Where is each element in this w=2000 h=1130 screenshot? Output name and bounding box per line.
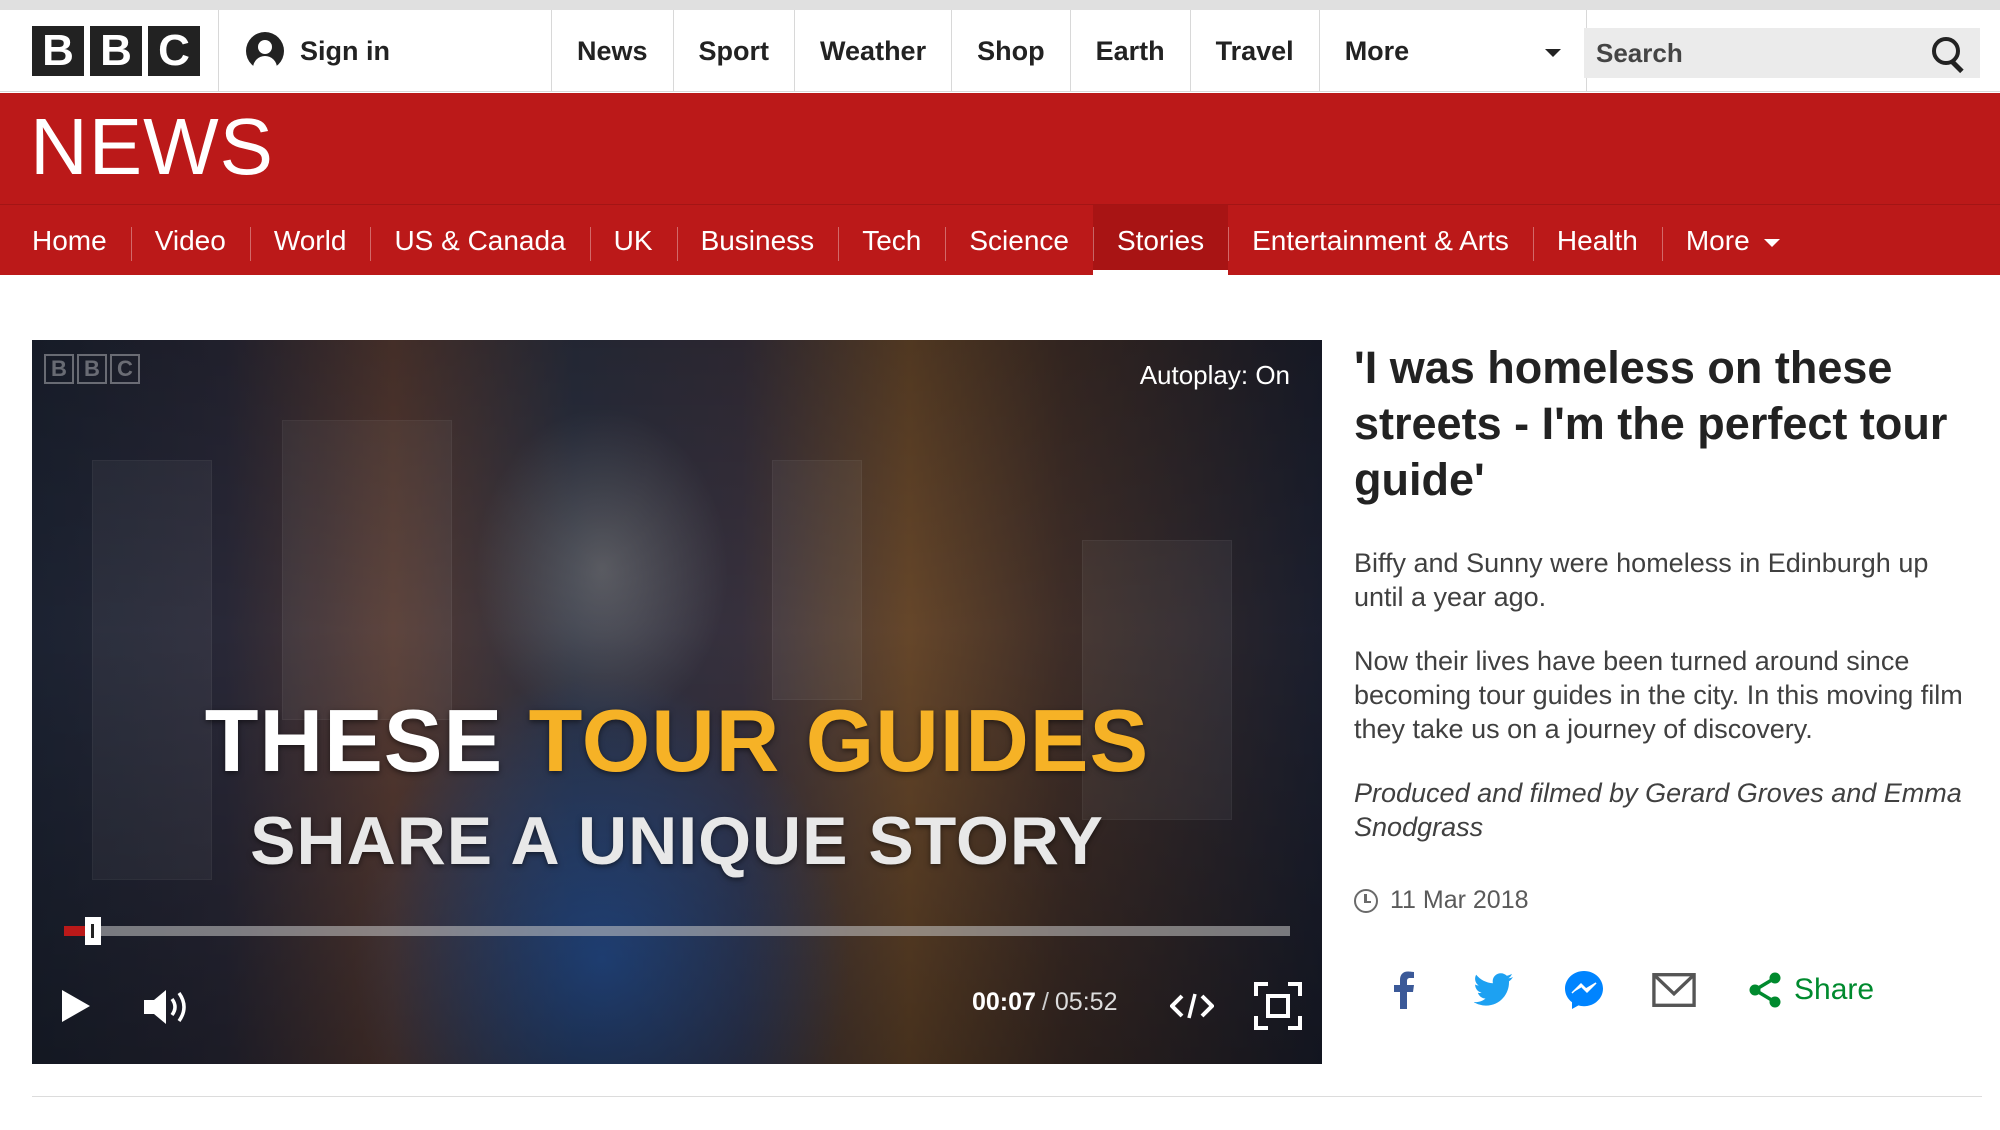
- video-player[interactable]: B B C Autoplay: On THESE TOUR GUIDES SHA…: [32, 340, 1322, 1064]
- news-tab-stories[interactable]: Stories: [1092, 205, 1229, 276]
- autoplay-toggle[interactable]: Autoplay: On: [1140, 360, 1290, 391]
- facebook-icon[interactable]: [1382, 968, 1426, 1012]
- news-tab-video[interactable]: Video: [130, 205, 250, 276]
- caption-highlight: TOUR GUIDES: [528, 691, 1150, 790]
- news-tab-world[interactable]: World: [249, 205, 371, 276]
- play-icon[interactable]: [62, 990, 90, 1022]
- masthead-nav-news[interactable]: News: [551, 10, 673, 92]
- fullscreen-icon[interactable]: [1254, 982, 1302, 1030]
- story-paragraph: Biffy and Sunny were homeless in Edinbur…: [1354, 548, 1929, 612]
- news-tab-health[interactable]: Health: [1532, 205, 1662, 276]
- search-icon[interactable]: [1932, 37, 1964, 69]
- video-caption-line1: THESE TOUR GUIDES: [32, 690, 1322, 792]
- masthead-nav-shop[interactable]: Shop: [951, 10, 1070, 92]
- search-input[interactable]: [1596, 37, 1896, 69]
- sign-in-label: Sign in: [300, 35, 390, 66]
- sign-in-link[interactable]: Sign in: [246, 10, 390, 92]
- embed-icon[interactable]: [1170, 988, 1214, 1024]
- share-label: Share: [1794, 973, 1875, 1006]
- bbc-logo-letter: B: [32, 26, 84, 76]
- news-tab-entertainment-arts[interactable]: Entertainment & Arts: [1228, 205, 1533, 276]
- duration: 05:52: [1054, 988, 1118, 1016]
- bbc-logo-letter: B: [90, 26, 142, 76]
- news-logo[interactable]: NEWS: [30, 107, 274, 187]
- story-credit: Produced and filmed by Gerard Groves and…: [1354, 778, 1962, 842]
- email-icon[interactable]: [1652, 968, 1696, 1012]
- messenger-icon[interactable]: [1562, 968, 1606, 1012]
- twitter-icon[interactable]: [1472, 968, 1516, 1012]
- chevron-down-icon: [1763, 238, 1780, 247]
- clock-icon: [1354, 888, 1378, 913]
- masthead-nav-weather[interactable]: Weather: [794, 10, 951, 92]
- caption-white: THESE: [204, 691, 504, 790]
- progress-scrubber[interactable]: [84, 917, 101, 945]
- playback-time: 00:07/05:52: [972, 988, 1117, 1017]
- bbc-masthead: B B C Sign in News Sport Weather Shop Ea…: [0, 10, 2000, 92]
- video-caption-line2: SHARE A UNIQUE STORY: [250, 803, 1104, 879]
- news-tab-uk[interactable]: UK: [589, 205, 677, 276]
- story-date: 11 Mar 2018: [1354, 886, 1974, 915]
- story-date-text: 11 Mar 2018: [1390, 886, 1529, 914]
- masthead-nav-travel[interactable]: Travel: [1189, 10, 1319, 92]
- watermark-letter: B: [44, 354, 74, 384]
- news-tab-tech[interactable]: Tech: [838, 205, 945, 276]
- user-icon: [246, 32, 284, 70]
- watermark-letter: C: [110, 354, 140, 384]
- masthead-nav-more[interactable]: More: [1318, 10, 1587, 92]
- news-nav: Home Video World US & Canada UK Business…: [0, 204, 2000, 276]
- share-icon: [1749, 972, 1781, 1008]
- watermark-letter: B: [77, 354, 107, 384]
- masthead-nav-earth[interactable]: Earth: [1069, 10, 1190, 92]
- news-tab-business[interactable]: Business: [676, 205, 839, 276]
- news-banner: NEWS: [0, 93, 2000, 204]
- masthead-nav-sport[interactable]: Sport: [672, 10, 795, 92]
- time-separator: /: [1041, 988, 1049, 1016]
- bbc-watermark: B B C: [44, 354, 140, 384]
- news-tab-science[interactable]: Science: [945, 205, 1093, 276]
- search-box: [1584, 28, 1980, 78]
- news-tab-us-canada[interactable]: US & Canada: [370, 205, 589, 276]
- progress-bar[interactable]: [64, 917, 1290, 945]
- volume-icon[interactable]: [142, 986, 192, 1028]
- current-time: 00:07: [972, 988, 1036, 1016]
- bbc-logo-letter: C: [148, 26, 200, 76]
- top-strip: [0, 0, 2000, 10]
- player-controls: 00:07/05:52: [32, 960, 1322, 1064]
- chevron-down-icon: [1544, 49, 1561, 57]
- masthead-more-label: More: [1344, 35, 1410, 66]
- bbc-logo[interactable]: B B C: [32, 26, 200, 76]
- share-tools: Share: [1354, 960, 1974, 1020]
- section-divider: [32, 1096, 1982, 1097]
- story-paragraph: Now their lives have been turned around …: [1354, 646, 1963, 744]
- masthead-divider: [218, 10, 219, 92]
- news-more-label: More: [1685, 224, 1750, 256]
- masthead-nav: News Sport Weather Shop Earth Travel Mor…: [551, 10, 1587, 92]
- story-headline: 'I was homeless on these streets - I'm t…: [1354, 342, 1948, 505]
- story-summary: 'I was homeless on these streets - I'm t…: [1354, 340, 1974, 915]
- news-tab-more[interactable]: More: [1661, 205, 1804, 276]
- news-tab-home[interactable]: Home: [32, 205, 131, 276]
- share-button[interactable]: Share: [1748, 972, 1874, 1008]
